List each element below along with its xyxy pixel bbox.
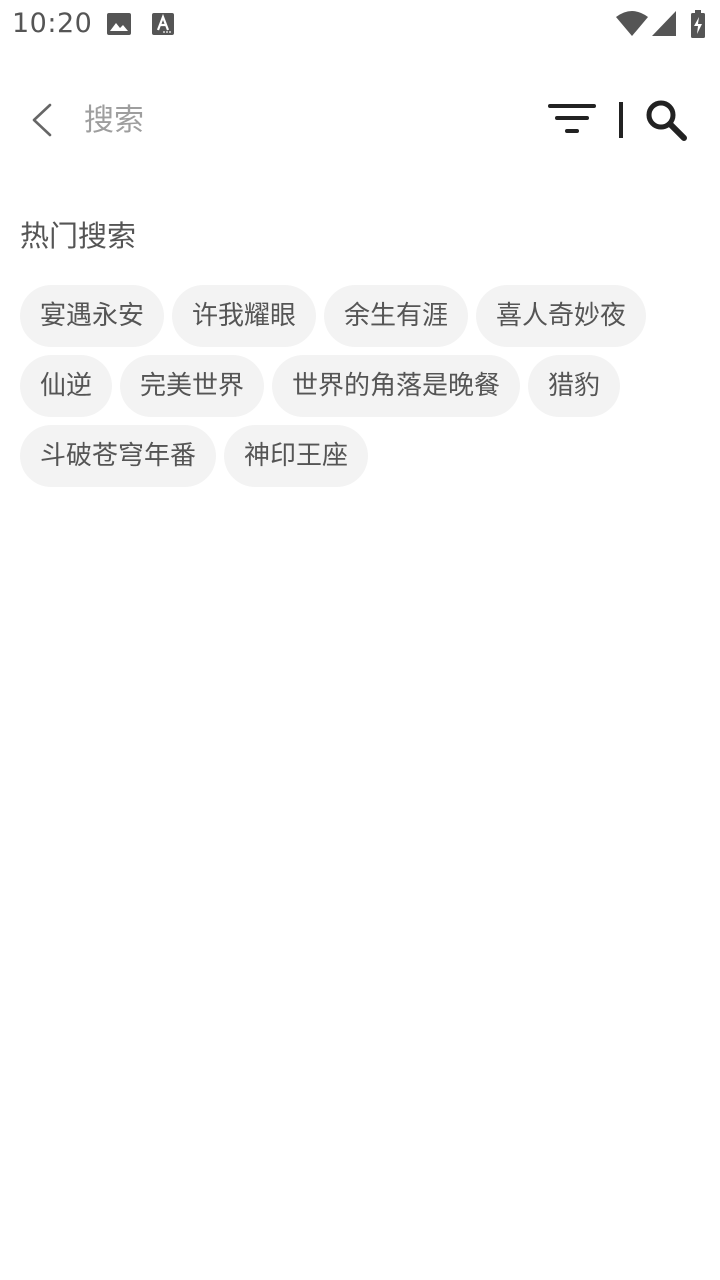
hot-search-tag[interactable]: 神印王座 <box>224 425 369 487</box>
back-chevron-icon <box>32 103 52 137</box>
hot-search-tag[interactable]: 猎豹 <box>528 355 621 417</box>
search-button[interactable] <box>640 96 692 144</box>
hot-search-tag[interactable]: 余生有涯 <box>324 285 469 347</box>
filter-button[interactable] <box>544 98 600 142</box>
image-icon <box>106 12 132 40</box>
status-time: 10:20 <box>12 8 93 39</box>
cell-signal-icon <box>652 11 676 41</box>
wifi-icon <box>616 11 648 41</box>
search-input[interactable] <box>84 98 504 142</box>
hot-search-tag[interactable]: 完美世界 <box>120 355 265 417</box>
search-icon <box>646 100 687 141</box>
hot-search-tag[interactable]: 喜人奇妙夜 <box>476 285 647 347</box>
a-notification-icon <box>152 13 174 39</box>
hot-search-tag[interactable]: 世界的角落是晚餐 <box>272 355 521 417</box>
hot-search-tag[interactable]: 许我耀眼 <box>172 285 317 347</box>
search-header <box>0 72 720 168</box>
back-button[interactable] <box>20 98 64 142</box>
hot-search-title: 热门搜索 <box>20 219 137 253</box>
filter-icon <box>548 104 596 133</box>
hot-search-tags: 宴遇永安 许我耀眼 余生有涯 喜人奇妙夜 仙逆 完美世界 世界的角落是晚餐 猎豹… <box>20 285 710 487</box>
hot-search-tag[interactable]: 仙逆 <box>20 355 113 417</box>
hot-search-tag[interactable]: 宴遇永安 <box>20 285 165 347</box>
battery-charging-icon <box>690 10 706 42</box>
header-divider <box>619 102 623 138</box>
status-bar: 10:20 <box>0 0 720 48</box>
hot-search-tag[interactable]: 斗破苍穹年番 <box>20 425 217 487</box>
